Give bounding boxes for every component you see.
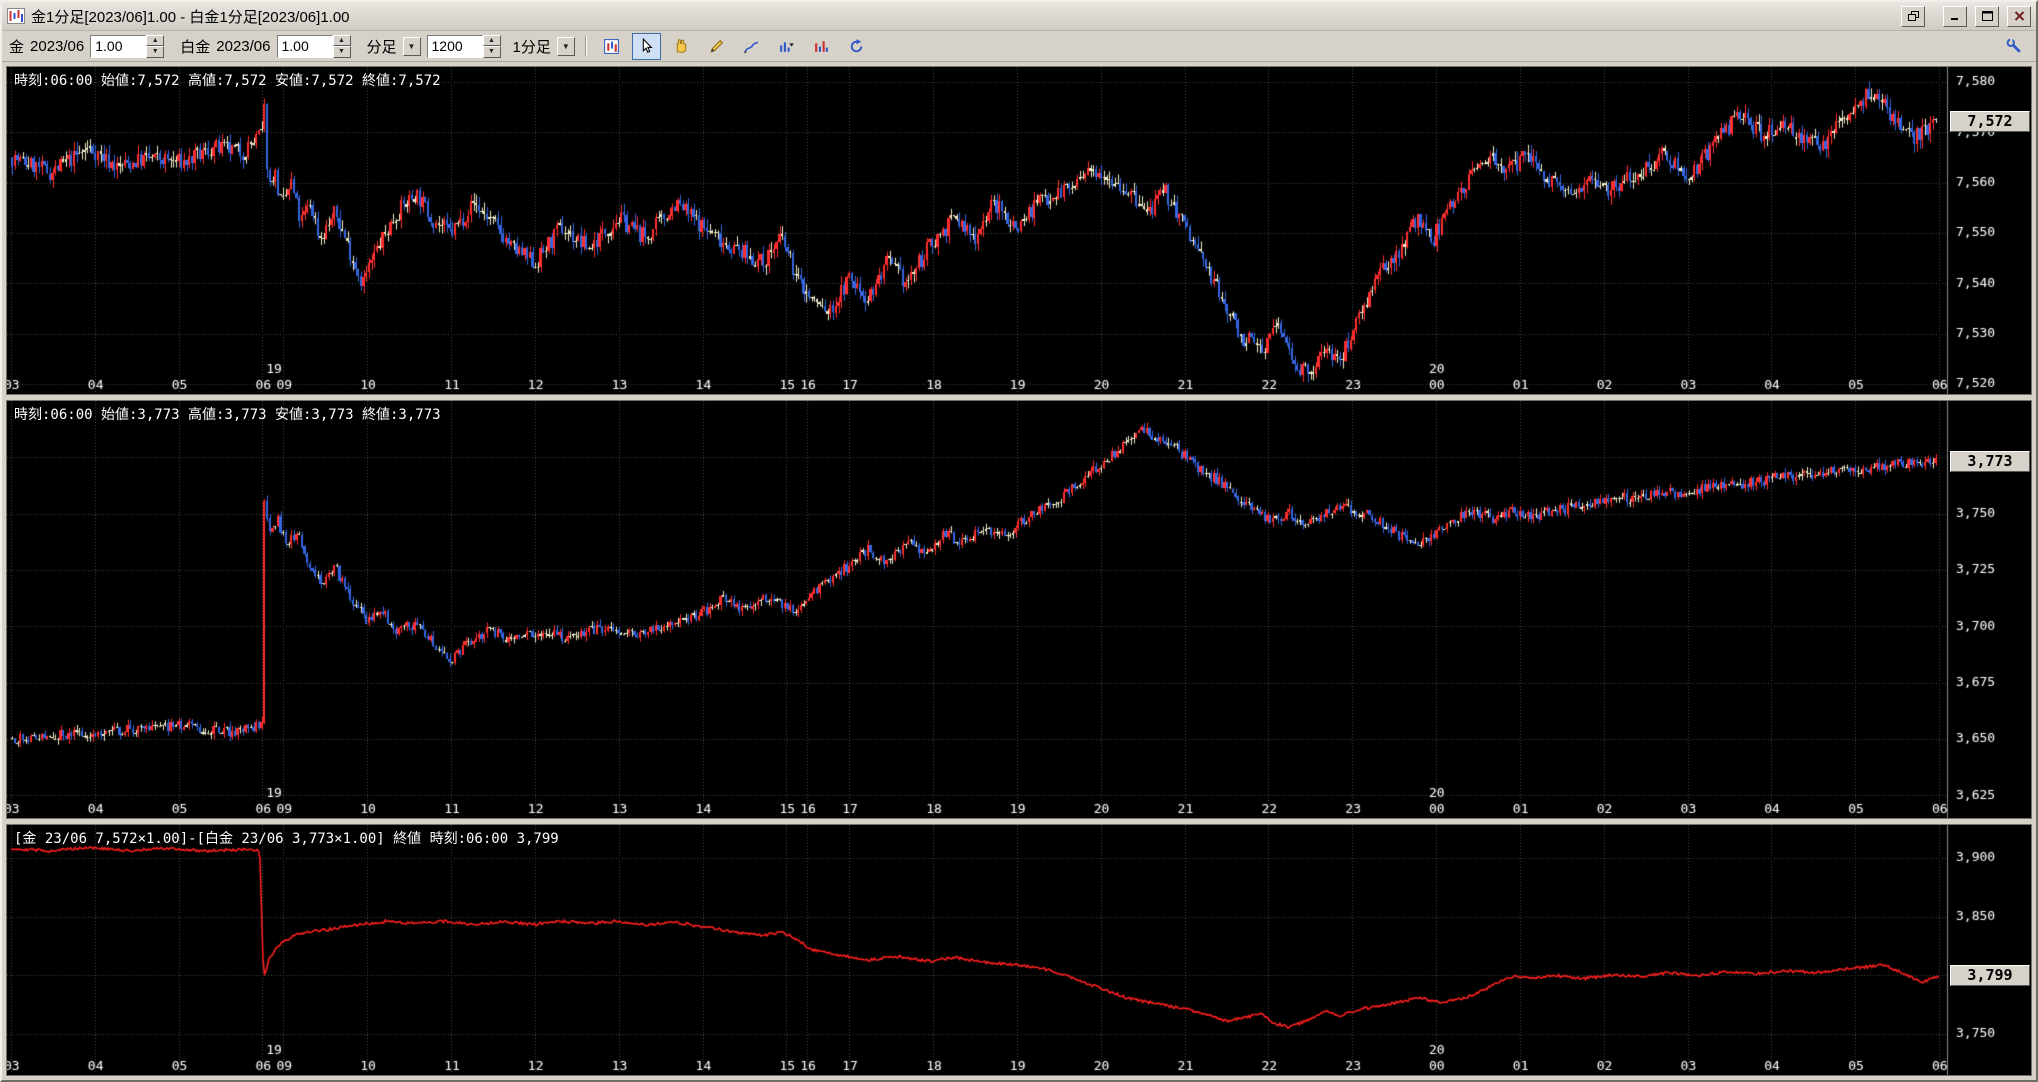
- new-chart-button[interactable]: [597, 33, 626, 60]
- freehand-line-icon: [743, 38, 760, 55]
- chart-area: 時刻:06:00 始値:7,572 高値:7,572 安値:7,572 終値:7…: [2, 62, 2036, 1080]
- platinum-ratio-spinner: ▲ ▼: [277, 35, 351, 58]
- bar-count-up-button[interactable]: ▲: [483, 35, 501, 47]
- platinum-symbol-label: 白金: [180, 36, 210, 57]
- bar-count-down-button[interactable]: ▼: [483, 46, 501, 58]
- gold-symbol-label: 金: [9, 36, 24, 57]
- gold-chart-panel: 時刻:06:00 始値:7,572 高値:7,572 安値:7,572 終値:7…: [6, 66, 2032, 395]
- hand-pan-icon: [673, 38, 690, 55]
- spread-chart-panel: [金 23/06 7,572×1.00]-[白金 23/06 3,773×1.0…: [6, 824, 2032, 1076]
- new-chart-icon: [603, 38, 620, 55]
- maximize-icon: [1982, 11, 1993, 21]
- platinum-ratio-spin-buttons: ▲ ▼: [333, 35, 351, 58]
- gold-contract-label: 2023/06: [30, 38, 84, 55]
- platinum-ohlc-info: 時刻:06:00 始値:3,773 高値:3,773 安値:3,773 終値:3…: [14, 404, 441, 424]
- app-window: 金1分足[2023/06]1.00 - 白金1分足[2023/06]1.00 金: [0, 0, 2038, 1082]
- gold-ohlc-info: 時刻:06:00 始値:7,572 高値:7,572 安値:7,572 終値:7…: [14, 70, 441, 90]
- histogram-tool-button[interactable]: [807, 33, 836, 60]
- bar-count-spinner: ▲ ▼: [427, 35, 501, 58]
- platinum-last-price-box: 3,773: [1950, 451, 2030, 472]
- interval-type-label: 分足: [367, 36, 397, 57]
- gold-ratio-up-button[interactable]: ▲: [146, 35, 164, 47]
- title-bar[interactable]: 金1分足[2023/06]1.00 - 白金1分足[2023/06]1.00: [2, 2, 2036, 30]
- app-icon: [7, 8, 25, 24]
- freehand-tool-button[interactable]: [737, 33, 766, 60]
- hand-tool-button[interactable]: [667, 33, 696, 60]
- close-icon: [2014, 11, 2025, 21]
- platinum-ratio-up-button[interactable]: ▲: [333, 35, 351, 47]
- minimize-button[interactable]: [1943, 6, 1967, 27]
- gold-last-price-box: 7,572: [1950, 111, 2030, 132]
- pencil-tool-button[interactable]: [702, 33, 731, 60]
- refresh-icon: [848, 38, 865, 55]
- refresh-button[interactable]: [842, 33, 871, 60]
- platinum-chart-canvas[interactable]: [7, 401, 2031, 818]
- platinum-chart-panel: 時刻:06:00 始値:3,773 高値:3,773 安値:3,773 終値:3…: [6, 400, 2032, 819]
- histogram-icon: [813, 38, 830, 55]
- indicator-dropdown-button[interactable]: [772, 33, 801, 60]
- toolbar: 金 2023/06 ▲ ▼ 白金 2023/06 ▲ ▼ 分足 ▼ ▲ ▼: [2, 30, 2036, 62]
- timeframe-dropdown-button[interactable]: ▼: [557, 37, 575, 56]
- gold-ratio-spinner: ▲ ▼: [90, 35, 164, 58]
- maximize-button[interactable]: [1975, 6, 1999, 27]
- toolbar-separator: [585, 36, 587, 56]
- window-title: 金1分足[2023/06]1.00 - 白金1分足[2023/06]1.00: [31, 6, 1895, 27]
- pencil-icon: [708, 38, 725, 55]
- platinum-contract-label: 2023/06: [216, 38, 270, 55]
- minimize-icon: [1950, 11, 1961, 21]
- gold-chart-canvas[interactable]: [7, 67, 2031, 394]
- bar-count-input[interactable]: [427, 35, 483, 58]
- settings-wrench-button[interactable]: [2000, 33, 2029, 60]
- platinum-ratio-input[interactable]: [277, 35, 333, 58]
- select-cursor-icon: [638, 38, 655, 55]
- timeframe-label: 1分足: [513, 36, 551, 57]
- select-tool-button[interactable]: [632, 33, 661, 60]
- indicator-bars-icon: [778, 38, 795, 55]
- spread-chart-canvas[interactable]: [7, 825, 2031, 1075]
- close-button[interactable]: [2007, 6, 2031, 27]
- float-window-icon: [1908, 11, 1919, 21]
- bar-count-spin-buttons: ▲ ▼: [483, 35, 501, 58]
- gold-ratio-spin-buttons: ▲ ▼: [146, 35, 164, 58]
- float-window-button[interactable]: [1901, 6, 1925, 27]
- wrench-settings-icon: [2006, 38, 2023, 55]
- spread-last-price-box: 3,799: [1950, 965, 2030, 986]
- gold-ratio-down-button[interactable]: ▼: [146, 46, 164, 58]
- platinum-ratio-down-button[interactable]: ▼: [333, 46, 351, 58]
- gold-ratio-input[interactable]: [90, 35, 146, 58]
- spread-info: [金 23/06 7,572×1.00]-[白金 23/06 3,773×1.0…: [14, 828, 559, 848]
- interval-type-dropdown-button[interactable]: ▼: [403, 37, 421, 56]
